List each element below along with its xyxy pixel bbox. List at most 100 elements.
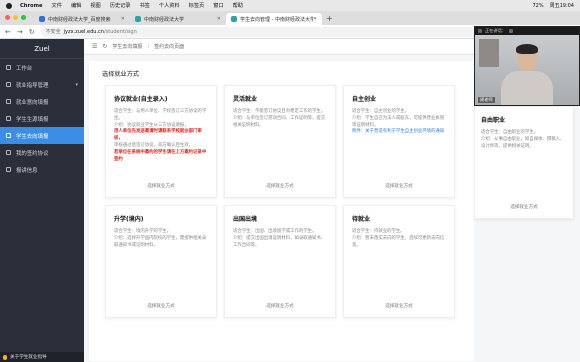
card-further-study: 升学(境内) 适合学生：境内升学的学生。 介绍：选择升学国内院校的学生，需提供相… (105, 205, 217, 318)
webcam-video: 周老师 (475, 35, 579, 105)
select-method-button[interactable]: 选择就业方式 (510, 204, 538, 210)
card-line: 介绍：学生自己为法人或股东，可提供营业执照等证明材料。 (352, 115, 445, 128)
sidebar-item-label: 就业指导管理 (16, 82, 49, 89)
breadcrumb-item[interactable]: 学生去向填报 (112, 43, 142, 50)
browser-tab-active[interactable]: 学生去向管理 - 中南财经政法大学 ✕ (226, 13, 322, 25)
card-line: 介绍：与单位签订劳动合同、工作证明等，提交相关证明材料。 (233, 115, 326, 128)
insecure-warning[interactable]: 不安全 (46, 28, 61, 35)
os-menubar: Chrome 文件 编辑 视图 历史记录 书签 个人资料 标签页 窗口 帮助 7… (0, 0, 580, 11)
select-method-button[interactable]: 选择就业方式 (385, 303, 413, 309)
minimize-window-icon[interactable] (13, 15, 18, 20)
menu-history[interactable]: 历史记录 (110, 2, 131, 9)
meeting-user-bar: 关于学生就业指导 (0, 352, 84, 362)
menu-bookmarks[interactable]: 书签 (139, 2, 149, 9)
reload-icon[interactable]: ↻ (29, 28, 35, 36)
page-topbar: ☰ ↻ 学生去向填报 / 签约去向页面 (84, 39, 474, 55)
apple-icon[interactable] (6, 2, 12, 9)
menu-window[interactable]: 窗口 (213, 2, 223, 9)
url-path: /student/sign (103, 28, 137, 35)
refresh-icon[interactable]: ↻ (102, 43, 107, 50)
person-body (501, 71, 553, 105)
meeting-user-name: 关于学生就业指导 (10, 355, 47, 360)
card-line: 介绍：选择升学国内院校的学生，需提供相关录取通知书或证明材料。 (114, 235, 207, 248)
card-line: 适合学生：与用人单位、学校签订三方协议的学生。 (114, 109, 207, 121)
menu-view[interactable]: 视图 (90, 2, 100, 9)
url-host: jyzx.zuel.edu.cn (63, 28, 104, 35)
document-icon (6, 150, 11, 155)
tab-close-icon[interactable]: ✕ (121, 16, 125, 22)
card-title: 协议就业(自主录入) (114, 96, 168, 103)
flag-icon (6, 133, 11, 138)
sidebar-item-workbench[interactable]: 工作台 (0, 59, 84, 76)
webcam-overlay[interactable]: 正在讲话： 周老师 (474, 26, 580, 106)
tab-close-icon[interactable]: ✕ (217, 16, 221, 22)
card-title: 出国出境 (233, 216, 258, 223)
back-icon[interactable]: ← (5, 28, 11, 36)
card-title: 灵活就业 (233, 96, 258, 103)
card-line: 介绍：暂未落实去向的学生，后续可更新去向信息。 (352, 235, 445, 248)
card-title: 自由职业 (481, 117, 506, 124)
card-line: 介绍：提交出国出境证明材料，如录取通知书、工作合同等。 (233, 235, 326, 248)
card-agreement: 协议就业(自主录入) 适合学生：与用人单位、学校签订三方协议的学生。 介绍：协议… (105, 85, 217, 198)
tab-label: 学生去向管理 - 中南财经政法大学 (240, 16, 313, 23)
select-method-button[interactable]: 选择就业方式 (147, 303, 175, 309)
select-method-button[interactable]: 选择就业方式 (266, 183, 294, 189)
close-window-icon[interactable] (5, 15, 10, 20)
card-flexible: 灵活就业 适合学生：不能签订协议且有稳定工作的学生。 介绍：与单位签订劳动合同、… (224, 85, 336, 198)
maximize-window-icon[interactable] (21, 15, 26, 20)
menu-tabs[interactable]: 标签页 (189, 2, 205, 9)
content-panel: 选择就业方式 协议就业(自主录入) 适合学生：与用人单位、学校签订三方协议的学生… (89, 61, 474, 361)
sidebar-item-agreement[interactable]: 我的签约协议 (0, 144, 84, 161)
menu-file[interactable]: 文件 (52, 2, 62, 9)
background-shelf (479, 39, 499, 67)
sidebar-item-label: 工作台 (16, 65, 33, 72)
sidebar-item-lectures[interactable]: 报讲信息 (0, 161, 84, 178)
select-method-button[interactable]: 选择就业方式 (266, 303, 294, 309)
status-area: 72% 周五19:04 (532, 2, 574, 10)
section-title: 选择就业方式 (102, 71, 140, 78)
browser-tab[interactable]: 中南财经政法大学_百度搜索 ✕ (34, 13, 130, 25)
card-line: 适合学生：出国、出境留学或工作的学生。 (233, 229, 317, 234)
card-line: 适合学生：自主创业的学生。 (352, 109, 410, 114)
sidebar: Zuel 工作台 就业指导管理 ▾ 就业意向填报 学生生源填报 学生去向填报 我… (0, 39, 84, 362)
card-title: 自主创业 (352, 96, 377, 103)
tab-favicon-icon (39, 16, 45, 22)
card-attachment-link[interactable]: 附件：关于营造有利于学生自主创业环境的通知 (352, 129, 446, 136)
tab-close-icon[interactable]: ✕ (313, 16, 317, 22)
expand-icon[interactable] (508, 29, 513, 33)
sidebar-item-label: 学生去向填报 (16, 133, 49, 140)
browser-tabbar: 中南财经政法大学_百度搜索 ✕ 中南财经政法大学 ✕ 学生去向管理 - 中南财经… (0, 11, 580, 25)
sidebar-item-label: 报讲信息 (16, 167, 38, 174)
sidebar-item-destination[interactable]: 学生去向填报 (0, 127, 84, 144)
grid-icon (6, 65, 11, 70)
menu-edit[interactable]: 编辑 (71, 2, 81, 9)
card-line: 适合学生：境内升学的学生。 (114, 229, 172, 234)
menu-help[interactable]: 帮助 (233, 2, 243, 9)
clock: 周五19:04 (549, 3, 574, 9)
browser-tab[interactable]: 中南财经政法大学 ✕ (130, 13, 226, 25)
url-field[interactable]: 不安全 jyzx.zuel.edu.cn /student/sign (40, 26, 491, 37)
card-abroad: 出国出境 适合学生：出国、出境留学或工作的学生。 介绍：提交出国出境证明材料，如… (224, 205, 336, 318)
logo: Zuel (0, 39, 84, 59)
card-title: 待就业 (352, 216, 371, 223)
tab-label: 中南财经政法大学 (144, 16, 185, 23)
sidebar-item-guidance[interactable]: 就业指导管理 ▾ (0, 76, 84, 93)
select-method-button[interactable]: 选择就业方式 (147, 183, 175, 189)
sidebar-item-intention[interactable]: 就业意向填报 (0, 93, 84, 110)
card-line: 适合学生：自由职业的学生。 (481, 130, 539, 135)
card-line: 适合学生：待就业的学生。 (352, 229, 405, 234)
tab-favicon-icon (231, 16, 237, 22)
menu-app[interactable]: Chrome (20, 3, 43, 9)
forward-icon[interactable]: → (17, 28, 23, 36)
card-freelance: 自由职业 适合学生：自由职业的学生。 介绍：从事自由职业，如自媒体、撰稿人、设计… (474, 106, 574, 219)
select-method-button[interactable]: 选择就业方式 (385, 183, 413, 189)
sidebar-item-source[interactable]: 学生生源填报 (0, 110, 84, 127)
menu-toggle-icon[interactable]: ☰ (92, 43, 97, 50)
menu-profile[interactable]: 个人资料 (159, 2, 180, 9)
tab-favicon-icon (135, 16, 141, 22)
new-tab-button[interactable]: + (326, 13, 333, 25)
chevron-down-icon: ▾ (75, 81, 78, 88)
form-icon (6, 99, 11, 104)
card-line: 适合学生：不能签订协议且有稳定工作的学生。 (233, 109, 326, 114)
camera-icon[interactable] (478, 29, 482, 33)
